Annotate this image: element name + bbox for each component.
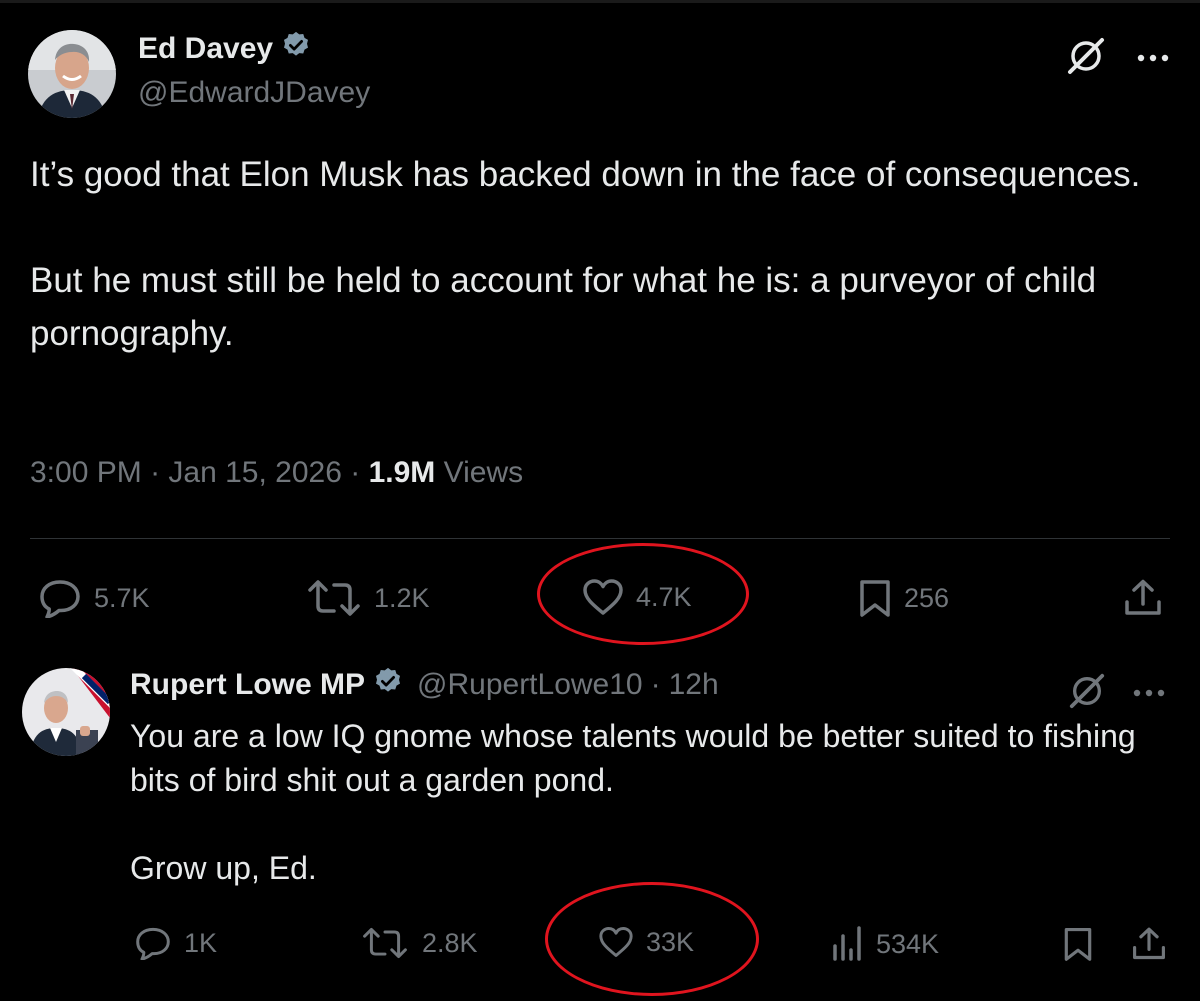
- tweet-date[interactable]: Jan 15, 2026: [168, 456, 341, 489]
- repost-button[interactable]: 1.2K: [306, 578, 430, 618]
- views-label[interactable]: Views: [444, 456, 523, 489]
- more-options-icon[interactable]: [1136, 50, 1170, 68]
- meta-separator: ·: [150, 456, 161, 489]
- share-icon: [1130, 926, 1168, 962]
- heart-icon: [582, 578, 624, 616]
- rupert-lowe-avatar[interactable]: [22, 668, 110, 756]
- bookmark-count: 256: [904, 582, 950, 613]
- grok-icon[interactable]: [1068, 672, 1106, 715]
- more-options-icon[interactable]: [1132, 685, 1166, 703]
- like-button[interactable]: 4.7K: [582, 578, 692, 616]
- ed-davey-avatar[interactable]: [28, 30, 116, 118]
- share-button[interactable]: [1122, 578, 1164, 618]
- reply-like-button[interactable]: 33K: [598, 926, 694, 958]
- like-count: 33K: [646, 926, 695, 957]
- main-tweet-paragraph: It’s good that Elon Musk has backed down…: [30, 155, 1141, 194]
- reply-button[interactable]: 5.7K: [38, 578, 150, 618]
- bookmark-icon: [858, 578, 892, 618]
- main-tweet-paragraph: But he must still be held to account for…: [30, 261, 1097, 353]
- reply-share-button[interactable]: [1130, 926, 1168, 962]
- reply-header: Rupert Lowe MP @RupertLowe10 · 12h: [130, 666, 719, 704]
- reply-bookmark-button[interactable]: [1062, 926, 1094, 962]
- like-count: 4.7K: [636, 581, 692, 612]
- repost-icon: [360, 926, 410, 960]
- main-author-handle[interactable]: @EdwardJDavey: [138, 76, 370, 110]
- reply-count: 5.7K: [94, 582, 150, 613]
- main-author-name[interactable]: Ed Davey: [138, 32, 273, 66]
- reply-author-handle[interactable]: @RupertLowe10: [417, 668, 643, 702]
- top-frame-line: [0, 0, 1200, 3]
- reply-tweet-text: You are a low IQ gnome whose talents wou…: [130, 714, 1180, 890]
- reply-tweet-paragraph: Grow up, Ed.: [130, 850, 317, 886]
- repost-count: 1.2K: [374, 582, 430, 613]
- repost-icon: [306, 578, 362, 618]
- main-tweet-top-icons: [1066, 36, 1170, 81]
- heart-icon: [598, 926, 634, 958]
- repost-count: 2.8K: [422, 927, 478, 958]
- reply-reply-button[interactable]: 1K: [134, 926, 217, 960]
- divider: [30, 538, 1170, 539]
- bookmark-button[interactable]: 256: [858, 578, 949, 618]
- reply-author-name[interactable]: Rupert Lowe MP: [130, 668, 365, 702]
- views-button[interactable]: 534K: [830, 926, 939, 962]
- bookmark-icon: [1062, 926, 1094, 962]
- share-icon: [1122, 578, 1164, 618]
- verified-badge-icon: [281, 30, 311, 68]
- views-count[interactable]: 1.9M: [369, 456, 436, 489]
- verified-badge-icon: [373, 666, 403, 704]
- tweet-metadata: 3:00 PM · Jan 15, 2026 · 1.9M Views: [30, 456, 523, 490]
- grok-icon[interactable]: [1066, 36, 1106, 81]
- reply-tweet-paragraph: You are a low IQ gnome whose talents wou…: [130, 718, 1136, 798]
- meta-separator: ·: [350, 456, 361, 489]
- reply-top-icons: [1068, 672, 1166, 715]
- tweet-time[interactable]: 3:00 PM: [30, 456, 142, 489]
- reply-time[interactable]: 12h: [669, 668, 719, 702]
- views-chart-icon: [830, 926, 864, 962]
- reply-icon: [38, 578, 82, 618]
- reply-separator: ·: [650, 668, 661, 701]
- reply-count: 1K: [184, 927, 218, 958]
- reply-repost-button[interactable]: 2.8K: [360, 926, 478, 960]
- reply-icon: [134, 926, 172, 960]
- main-author-line: Ed Davey: [138, 30, 311, 68]
- main-tweet-text: It’s good that Elon Musk has backed down…: [30, 148, 1170, 360]
- views-count: 534K: [876, 928, 940, 959]
